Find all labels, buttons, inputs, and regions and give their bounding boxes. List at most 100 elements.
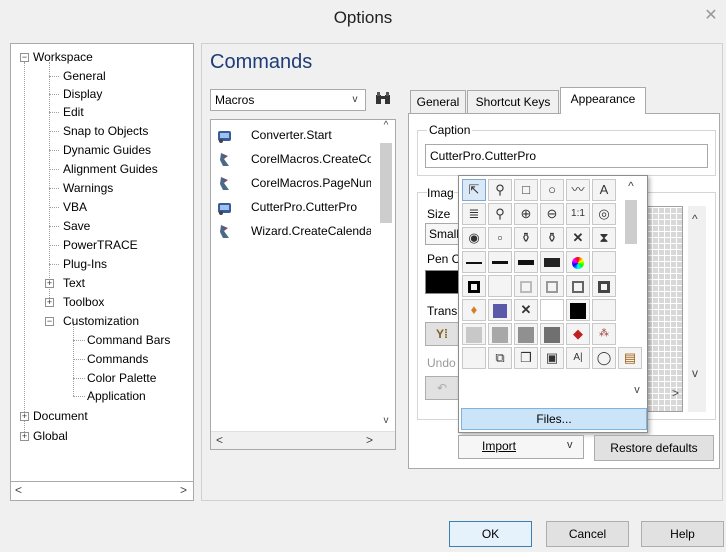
ellipse-icon[interactable]: ○ [540,179,564,201]
tree-horizontal-scrollbar[interactable]: < > [10,481,194,501]
tree-item-powertrace[interactable]: PowerTRACE [63,237,138,253]
hourglass-icon[interactable]: ⧗ [592,227,616,249]
transparency-button[interactable]: Y⁞ [425,322,459,346]
tree-item-warnings[interactable]: Warnings [63,180,113,196]
copy-icon[interactable]: ⧉ [488,347,512,369]
tab-shortcut-keys[interactable]: Shortcut Keys [467,90,559,114]
no-fill-icon[interactable]: ✕ [514,299,538,321]
thin-line-icon[interactable] [462,251,486,273]
help-button[interactable]: Help [641,521,724,547]
category-dropdown[interactable]: Macros v [210,89,366,111]
circle-icon[interactable]: ◯ [592,347,616,369]
scroll-down-icon[interactable]: v [692,366,698,380]
rectangle-icon[interactable]: □ [514,179,538,201]
image-editor-grid[interactable] [645,206,683,412]
tree-item-color-palette[interactable]: Color Palette [87,370,156,386]
scrollbar-thumb[interactable] [380,143,392,223]
delete-x-icon[interactable]: ✕ [566,227,590,249]
ok-button[interactable]: OK [449,521,532,547]
zoom-in-icon[interactable]: ⊕ [514,203,538,225]
collapse-icon[interactable]: − [20,53,29,62]
scrollbar-thumb[interactable] [625,200,637,244]
paint-bucket-icon[interactable]: ♦ [462,299,486,321]
thick-line-icon[interactable] [514,251,538,273]
tree-item-display[interactable]: Display [63,86,102,102]
white-fill-icon[interactable] [540,299,564,321]
tree-item-customization[interactable]: Customization [63,313,139,329]
zoom-out-icon[interactable]: ⊖ [540,203,564,225]
size-dropdown[interactable]: Small [425,223,461,245]
grid-scrollbar[interactable]: ^ v [688,206,706,412]
tree-item-plug-ins[interactable]: Plug-Ins [63,256,107,272]
tree-item-application[interactable]: Application [87,388,146,404]
blue-fill-icon[interactable] [488,299,512,321]
box-3d-icon[interactable]: ❒ [514,347,538,369]
small-square-icon[interactable]: ▫ [488,227,512,249]
caption-input[interactable]: CutterPro.CutterPro [425,144,708,168]
blank-icon[interactable] [462,347,486,369]
text-tool-icon[interactable]: A [592,179,616,201]
commands-list[interactable]: Converter.Start CorelMacros.CreateCo Cor… [210,119,396,450]
scroll-down-icon[interactable]: v [631,384,643,396]
frame-icon[interactable]: ▤ [618,347,642,369]
scroll-up-icon[interactable]: ^ [692,212,698,226]
import-dropdown[interactable]: Import v [458,435,584,459]
zoom-fit-icon[interactable]: ◎ [592,203,616,225]
tree-item-snap-to-objects[interactable]: Snap to Objects [63,123,148,139]
tree-item-global[interactable]: Global [33,428,68,444]
outline-box-icon[interactable] [566,275,590,297]
document-lines-icon[interactable]: ≣ [462,203,486,225]
undo-button[interactable]: ↶ [425,376,459,400]
tree-item-dynamic-guides[interactable]: Dynamic Guides [63,142,151,158]
restore-defaults-button[interactable]: Restore defaults [594,435,714,461]
bottle-icon[interactable]: ⚱ [514,227,538,249]
tree-item-command-bars[interactable]: Command Bars [87,332,170,348]
scroll-up-icon[interactable]: ^ [621,179,641,197]
zoom-page-icon[interactable]: ◉ [462,227,486,249]
color-fill-icon[interactable]: ◆ [566,323,590,345]
files-button[interactable]: Files... [461,408,647,430]
zoom-actual-icon[interactable]: 1:1 [566,203,590,225]
list-item[interactable]: Wizard.CreateCalenda [211,220,371,244]
gray-fill-icon[interactable] [514,323,538,345]
scroll-up-icon[interactable]: ^ [379,120,393,136]
cancel-button[interactable]: Cancel [546,521,629,547]
expand-icon[interactable]: + [20,432,29,441]
scroll-right-icon[interactable]: > [366,433,373,447]
collapse-icon[interactable]: − [45,317,54,326]
find-icon[interactable] [372,89,394,111]
list-item[interactable]: CorelMacros.CreateCo [211,148,371,172]
list-horizontal-scrollbar[interactable]: < > [211,431,395,449]
color-wheel-icon[interactable] [566,251,590,273]
scroll-down-icon[interactable]: v [379,415,393,431]
tree-item-toolbox[interactable]: Toolbox [63,294,104,310]
image-frame-icon[interactable]: ▣ [540,347,564,369]
blank-icon[interactable] [592,251,616,273]
scroll-left-icon[interactable]: < [15,483,22,497]
blank-icon[interactable] [488,275,512,297]
close-icon[interactable]: ✕ [700,6,722,28]
black-fill-icon[interactable] [566,299,590,321]
pattern-fill-icon[interactable]: ⁂ [592,323,616,345]
freehand-icon[interactable]: 〰 [566,179,590,201]
tree-item-general[interactable]: General [63,68,106,84]
tree-item-save[interactable]: Save [63,218,90,234]
medium-line-icon[interactable] [488,251,512,273]
text-frame-icon[interactable]: A| [566,347,590,369]
tree-item-vba[interactable]: VBA [63,199,87,215]
tree-item-commands[interactable]: Commands [87,351,148,367]
bottle-icon[interactable]: ⚱ [540,227,564,249]
expand-icon[interactable]: + [20,412,29,421]
outline-box-icon[interactable] [514,275,538,297]
scroll-right-icon[interactable]: > [672,386,679,400]
list-item[interactable]: Converter.Start [211,124,371,148]
pen-color-swatch[interactable] [425,270,459,294]
tree-item-text[interactable]: Text [63,275,85,291]
tab-appearance[interactable]: Appearance [560,87,646,114]
list-item[interactable]: CorelMacros.PageNum [211,172,371,196]
tree-item-edit[interactable]: Edit [63,104,84,120]
gray-fill-icon[interactable] [488,323,512,345]
zoom-icon[interactable]: ⚲ [488,203,512,225]
outline-box-icon[interactable] [592,275,616,297]
tree-item-alignment-guides[interactable]: Alignment Guides [63,161,158,177]
